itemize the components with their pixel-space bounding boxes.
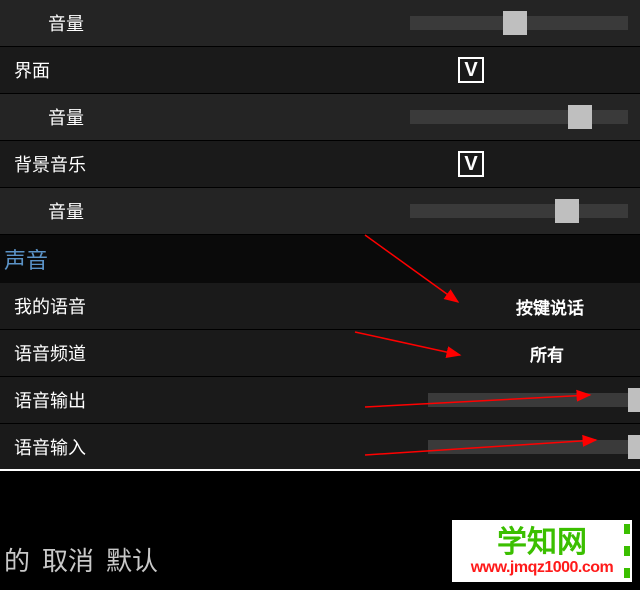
volume-slider-1[interactable]: [410, 110, 628, 124]
volume-slider-2[interactable]: [410, 204, 628, 218]
watermark: 学知网 www.jmqz1000.com: [452, 520, 632, 582]
my-voice-row[interactable]: 我的语音 按键说话: [0, 283, 640, 330]
voice-section-header: 声音: [0, 235, 640, 283]
interface-row: 界面 V: [0, 47, 640, 94]
interface-checkbox[interactable]: V: [458, 57, 484, 83]
footer-buttons: 的 取消 默认: [0, 541, 158, 578]
slider-thumb[interactable]: [555, 199, 579, 223]
slider-thumb[interactable]: [503, 11, 527, 35]
bgm-checkbox[interactable]: V: [458, 151, 484, 177]
voice-channel-row[interactable]: 语音频道 所有: [0, 330, 640, 377]
default-button[interactable]: 默认: [106, 541, 158, 578]
volume-row-0: 音量: [0, 0, 640, 47]
my-voice-label: 我的语音: [14, 293, 86, 319]
volume-row-1: 音量: [0, 94, 640, 141]
volume-label-1: 音量: [48, 104, 84, 130]
voice-channel-value: 所有: [530, 341, 564, 366]
watermark-title: 学知网: [497, 526, 587, 559]
my-voice-value: 按键说话: [516, 294, 584, 319]
voice-input-label: 语音输入: [14, 434, 86, 460]
voice-output-label: 语音输出: [14, 387, 86, 413]
voice-input-row: 语音输入: [0, 424, 640, 471]
interface-label: 界面: [14, 57, 50, 83]
volume-label-2: 音量: [48, 198, 84, 224]
bgm-row: 背景音乐 V: [0, 141, 640, 188]
slider-thumb[interactable]: [628, 388, 640, 412]
volume-slider-0[interactable]: [410, 16, 628, 30]
watermark-url: www.jmqz1000.com: [471, 559, 614, 577]
volume-label-0: 音量: [48, 10, 84, 36]
voice-output-slider[interactable]: [428, 393, 640, 407]
voice-input-slider[interactable]: [428, 440, 640, 454]
footer-partial: 的: [4, 541, 30, 578]
slider-thumb[interactable]: [628, 435, 640, 459]
voice-channel-label: 语音频道: [14, 340, 86, 366]
volume-row-2: 音量: [0, 188, 640, 235]
cancel-button[interactable]: 取消: [42, 541, 94, 578]
slider-thumb[interactable]: [568, 105, 592, 129]
voice-output-row: 语音输出: [0, 377, 640, 424]
bgm-label: 背景音乐: [14, 151, 86, 177]
